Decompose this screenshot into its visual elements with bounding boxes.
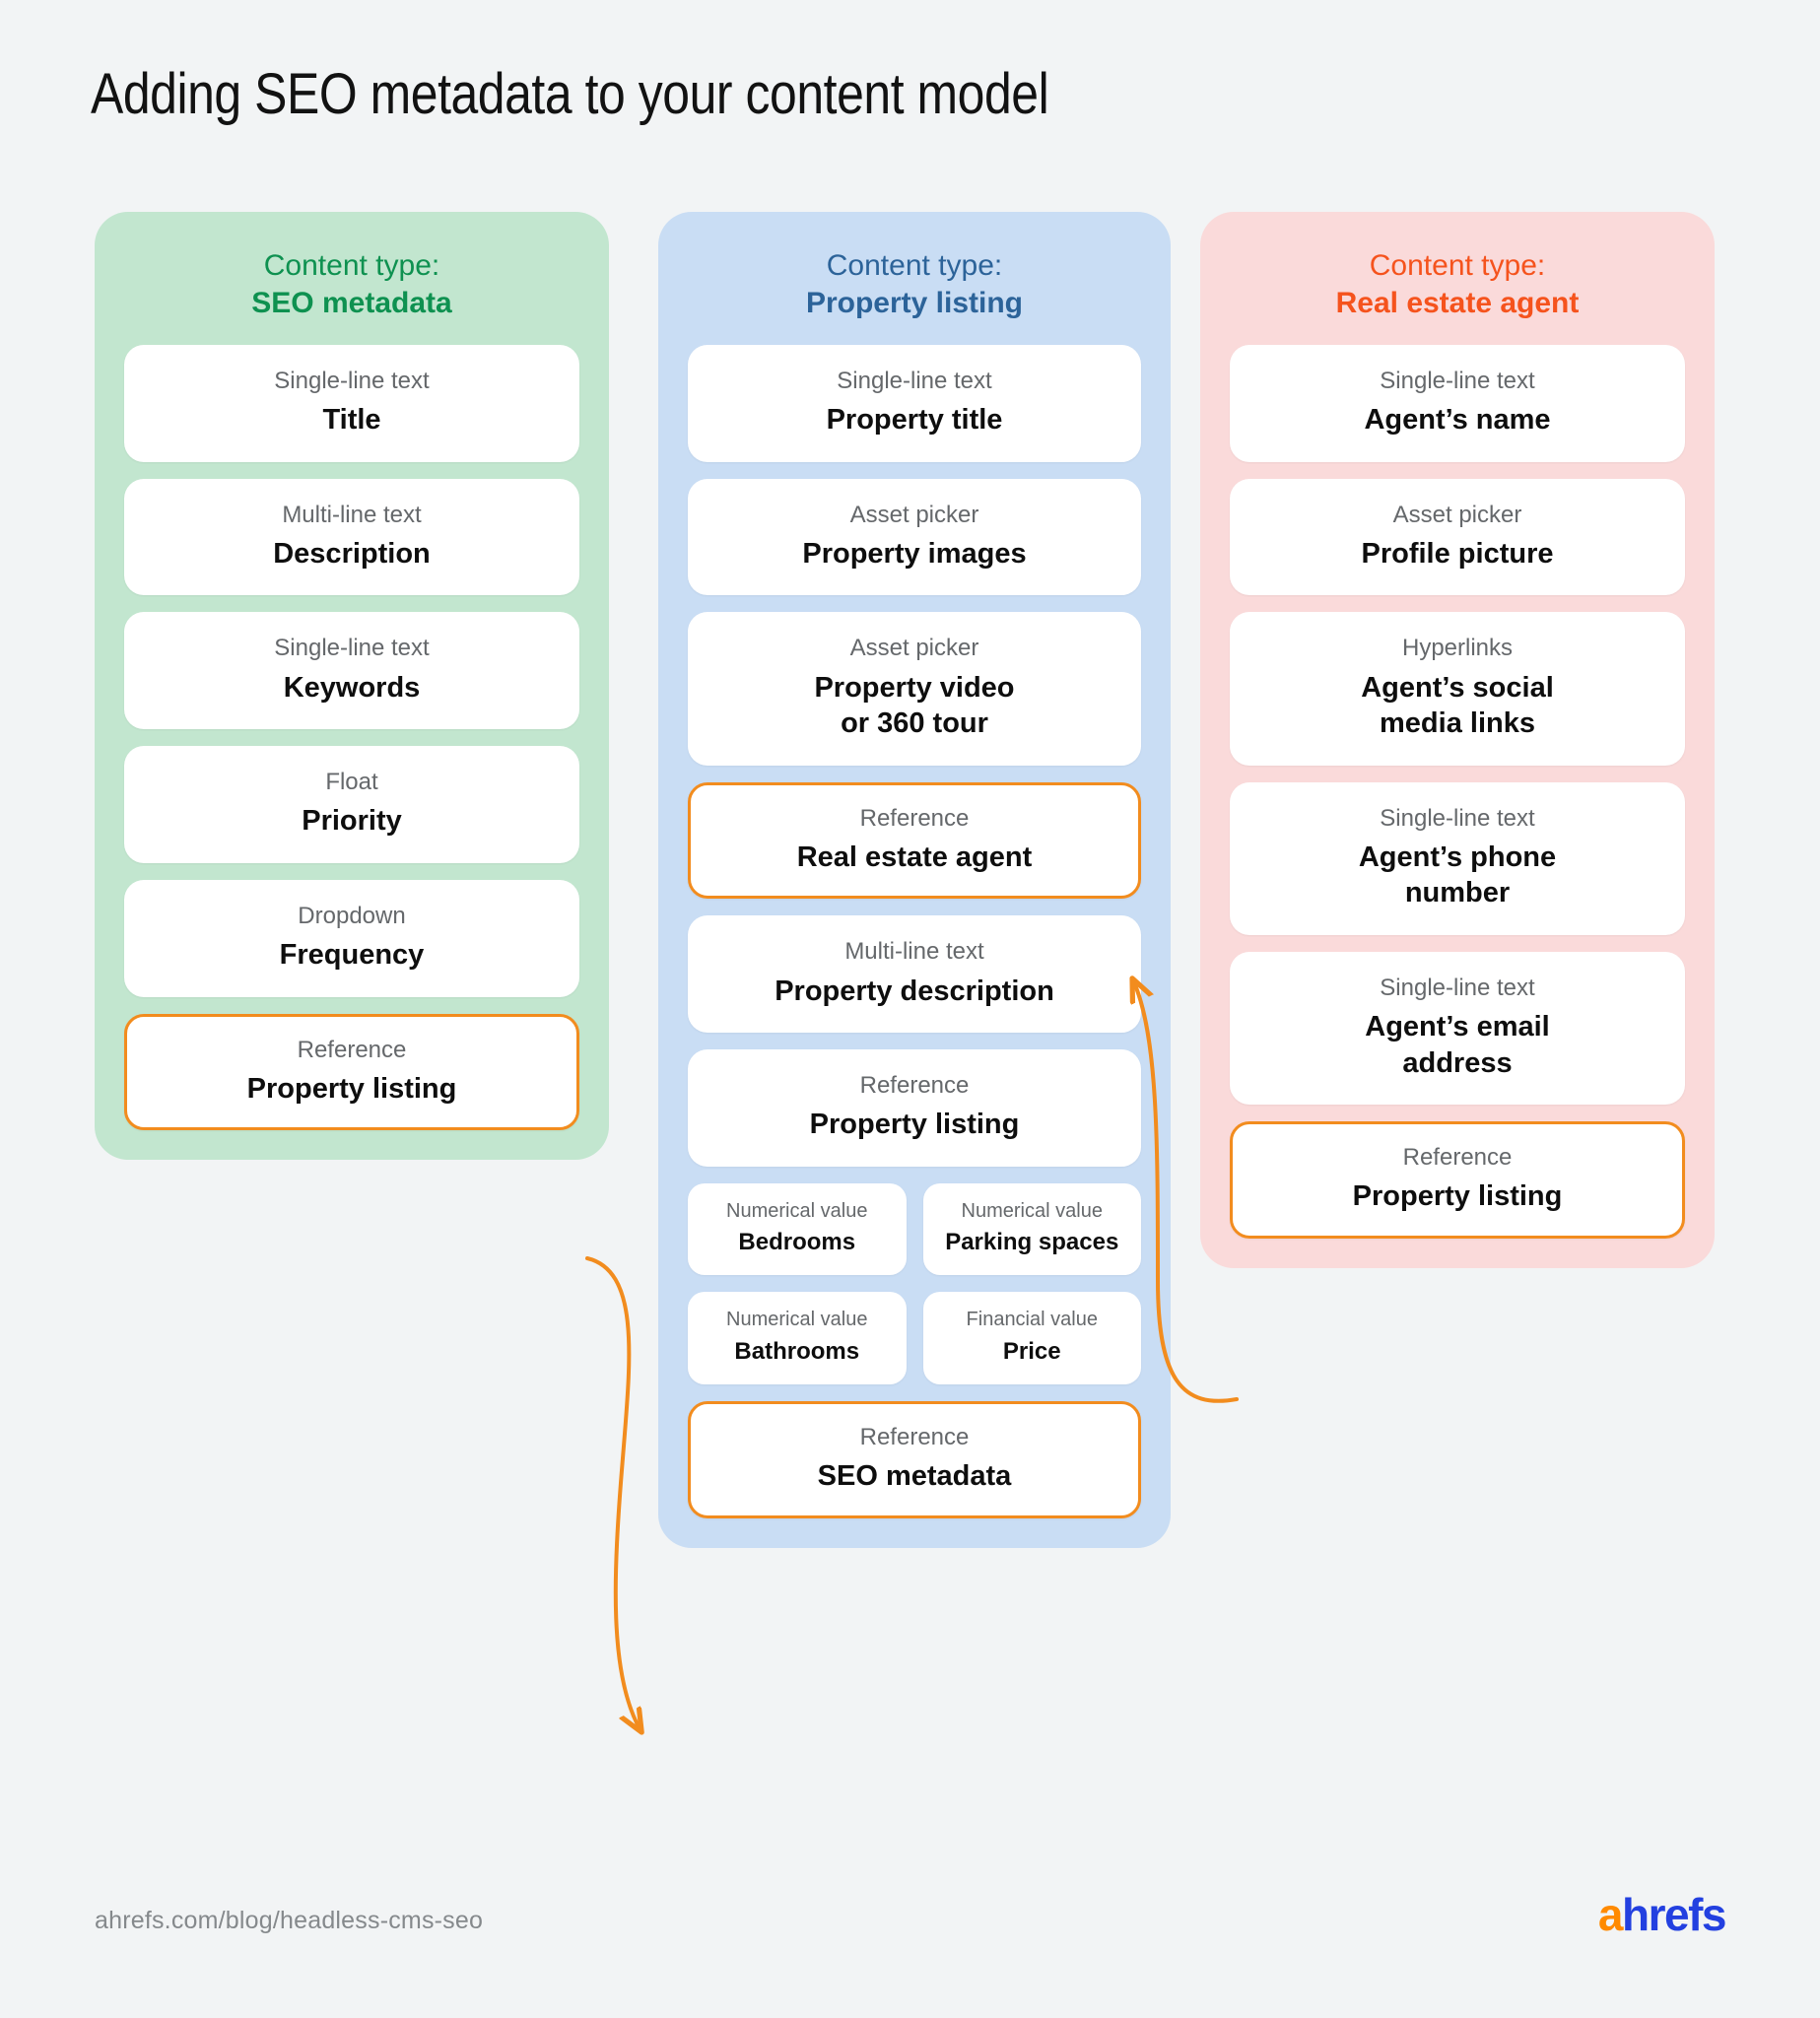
- field-card-priority[interactable]: Float Priority: [124, 746, 579, 863]
- field-name-label: Property listing: [246, 1072, 457, 1105]
- field-type-label: Single-line text: [837, 367, 992, 394]
- field-type-label: Reference: [859, 1423, 970, 1450]
- field-name-label: SEO metadata: [817, 1459, 1012, 1492]
- field-name-label: Property listing: [809, 1109, 1020, 1141]
- field-card-agent-social-links[interactable]: Hyperlinks Agent’s social media links: [1230, 612, 1685, 766]
- field-card-reference-property-listing[interactable]: Reference Property listing: [124, 1013, 579, 1131]
- field-card-agent-name[interactable]: Single-line text Agent’s name: [1230, 344, 1685, 462]
- field-card-property-description[interactable]: Multi-line text Property description: [688, 915, 1141, 1034]
- field-type-label: Reference: [1402, 1144, 1513, 1172]
- field-card-bedrooms[interactable]: Numerical value Bedrooms: [688, 1182, 907, 1276]
- field-name-label: Agent’s social media links: [1361, 671, 1554, 740]
- field-list-seo-metadata: Single-line text Title Multi-line text D…: [95, 344, 609, 1161]
- footer-url: ahrefs.com/blog/headless-cms-seo: [95, 1907, 484, 1934]
- field-list-real-estate-agent: Single-line text Agent’s name Asset pick…: [1200, 344, 1715, 1268]
- field-card-profile-picture[interactable]: Asset picker Profile picture: [1230, 478, 1685, 596]
- field-type-label: Hyperlinks: [1401, 635, 1514, 662]
- field-card-property-listing[interactable]: Reference Property listing: [688, 1049, 1141, 1167]
- field-name-label: Property title: [826, 404, 1003, 437]
- field-name-label: Keywords: [283, 671, 421, 704]
- content-type-column-real-estate-agent: Content type: Real estate agent Single-l…: [1200, 212, 1715, 1268]
- column-header-real-estate-agent: Content type: Real estate agent: [1200, 212, 1715, 345]
- content-type-column-property-listing: Content type: Property listing Single-li…: [658, 212, 1171, 1548]
- field-card-property-title[interactable]: Single-line text Property title: [688, 344, 1141, 462]
- field-card-description[interactable]: Multi-line text Description: [124, 478, 579, 596]
- field-type-label: Single-line text: [274, 635, 430, 662]
- field-type-label: Numerical value: [961, 1199, 1103, 1222]
- field-card-reference-property-listing-agent[interactable]: Reference Property listing: [1230, 1121, 1685, 1239]
- field-name-label: Property listing: [1352, 1180, 1563, 1213]
- field-type-label: Numerical value: [726, 1309, 868, 1331]
- field-name-label: Agent’s phone number: [1358, 841, 1557, 909]
- field-type-label: Single-line text: [1380, 974, 1535, 1001]
- field-card-property-images[interactable]: Asset picker Property images: [688, 478, 1141, 596]
- ahrefs-logo: ahrefs: [1597, 1888, 1727, 1941]
- column-header-seo-metadata: Content type: SEO metadata: [95, 212, 609, 345]
- column-header-property-listing: Content type: Property listing: [658, 212, 1171, 345]
- field-card-parking-spaces[interactable]: Numerical value Parking spaces: [922, 1182, 1141, 1276]
- content-type-name: SEO metadata: [251, 287, 452, 320]
- field-name-label: Bathrooms: [734, 1337, 860, 1365]
- field-type-label: Float: [325, 769, 378, 796]
- field-name-label: Price: [1002, 1337, 1061, 1365]
- field-type-label: Asset picker: [1392, 501, 1522, 528]
- field-type-label: Multi-line text: [844, 938, 984, 966]
- field-name-label: Parking spaces: [945, 1229, 1119, 1256]
- field-pair-row-2: Numerical value Bathrooms Financial valu…: [688, 1292, 1141, 1384]
- field-card-bathrooms[interactable]: Numerical value Bathrooms: [688, 1292, 907, 1384]
- field-type-label: Asset picker: [849, 501, 979, 528]
- content-type-name: Property listing: [805, 287, 1024, 320]
- field-card-price[interactable]: Financial value Price: [922, 1292, 1141, 1384]
- field-type-label: Multi-line text: [282, 501, 422, 528]
- logo-letter-a: a: [1597, 1889, 1624, 1940]
- page-title: Adding SEO metadata to your content mode…: [91, 62, 1049, 126]
- field-name-label: Agent’s name: [1364, 404, 1551, 437]
- content-type-column-seo-metadata: Content type: SEO metadata Single-line t…: [95, 212, 609, 1161]
- field-name-label: Property description: [775, 975, 1054, 1007]
- field-type-label: Reference: [859, 804, 970, 832]
- field-pair-row-1: Numerical value Bedrooms Numerical value…: [688, 1182, 1141, 1276]
- field-name-label: Property images: [802, 537, 1027, 570]
- field-name-label: Bedrooms: [738, 1229, 856, 1256]
- field-name-label: Title: [322, 404, 381, 437]
- field-type-label: Dropdown: [298, 902, 406, 929]
- field-list-property-listing: Single-line text Property title Asset pi…: [658, 344, 1171, 1548]
- content-type-label: Content type:: [1369, 249, 1546, 282]
- field-name-label: Priority: [302, 805, 402, 838]
- field-card-title[interactable]: Single-line text Title: [124, 344, 579, 462]
- field-type-label: Numerical value: [726, 1199, 868, 1222]
- field-type-label: Financial value: [966, 1309, 1098, 1331]
- arrow-seo-to-property: [585, 1256, 640, 1730]
- field-card-reference-seo-metadata[interactable]: Reference SEO metadata: [688, 1400, 1141, 1518]
- field-card-reference-real-estate-agent[interactable]: Reference Real estate agent: [688, 781, 1141, 900]
- content-type-label: Content type:: [826, 249, 1003, 282]
- field-type-label: Single-line text: [1380, 367, 1535, 394]
- field-card-frequency[interactable]: Dropdown Frequency: [124, 879, 579, 997]
- field-card-property-video[interactable]: Asset picker Property video or 360 tour: [688, 612, 1141, 766]
- field-card-agent-phone[interactable]: Single-line text Agent’s phone number: [1230, 781, 1685, 935]
- content-type-label: Content type:: [263, 249, 440, 282]
- field-name-label: Description: [273, 537, 431, 570]
- logo-text-hrefs: hrefs: [1622, 1889, 1726, 1940]
- field-card-keywords[interactable]: Single-line text Keywords: [124, 612, 579, 730]
- field-name-label: Frequency: [279, 939, 425, 972]
- field-type-label: Single-line text: [274, 367, 430, 394]
- field-name-label: Real estate agent: [796, 841, 1033, 873]
- content-type-name: Real estate agent: [1335, 287, 1580, 320]
- field-name-label: Profile picture: [1361, 537, 1554, 570]
- field-name-label: Property video or 360 tour: [814, 671, 1015, 740]
- field-card-agent-email[interactable]: Single-line text Agent’s email address: [1230, 951, 1685, 1106]
- field-type-label: Asset picker: [849, 635, 979, 662]
- field-type-label: Reference: [859, 1072, 970, 1100]
- infographic-canvas: Adding SEO metadata to your content mode…: [0, 0, 1820, 2018]
- field-type-label: Single-line text: [1380, 804, 1535, 832]
- field-type-label: Reference: [297, 1036, 407, 1063]
- field-name-label: Agent’s email address: [1365, 1011, 1550, 1079]
